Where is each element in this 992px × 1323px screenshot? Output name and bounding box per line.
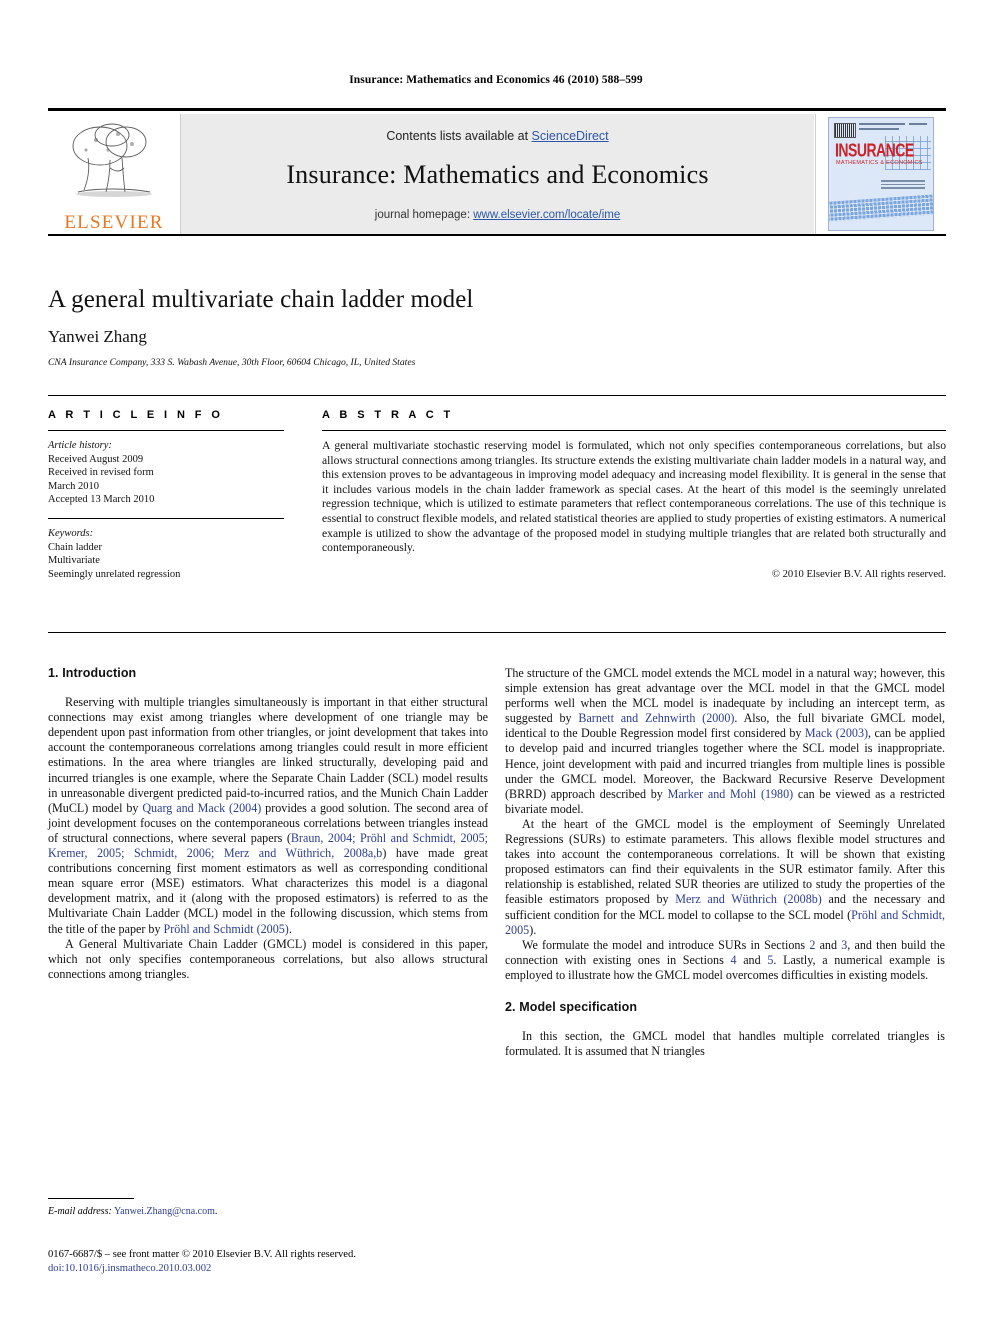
journal-homepage-line: journal homepage: www.elsevier.com/locat…	[375, 209, 620, 221]
footnote-divider	[48, 1198, 134, 1199]
author-affiliation: CNA Insurance Company, 333 S. Wabash Ave…	[48, 357, 416, 368]
text-run: .	[288, 921, 292, 936]
keywords-label: Keywords:	[48, 527, 94, 539]
article-history-label: Article history:	[48, 440, 112, 451]
history-item: Received in revised form	[48, 467, 154, 479]
citation-link[interactable]: Marker and Mohl	[668, 787, 757, 801]
abstract-block: A B S T R A C T A general multivariate s…	[322, 409, 946, 580]
citation-year: (2008b)	[776, 892, 822, 907]
elsevier-wordmark: ELSEVIER	[64, 212, 164, 233]
article-history: Article history: Received August 2009 Re…	[48, 439, 284, 507]
body-column-left: 1. Introduction Reserving with multiple …	[48, 666, 488, 982]
citation-link[interactable]: Pröhl and Schmidt	[164, 922, 254, 936]
keywords-block: Keywords: Chain ladder Multivariate Seem…	[48, 527, 284, 581]
issn-doi-block: 0167-6687/$ – see front matter © 2010 El…	[48, 1248, 508, 1275]
copyright-notice: © 2010 Elsevier B.V. All rights reserved…	[771, 568, 946, 580]
elsevier-logo: ELSEVIER	[48, 114, 181, 234]
citation-link[interactable]: Mack	[805, 726, 833, 740]
running-head: Insurance: Mathematics and Economics 46 …	[349, 74, 643, 86]
cover-subtitle-text: MATHEMATICS & ECONOMICS	[836, 160, 923, 166]
cover-title-text: INSURANCE	[835, 139, 914, 161]
divider	[48, 517, 284, 519]
citation-link[interactable]: Merz and Wüthrich	[675, 892, 777, 906]
citation-link[interactable]: Barnett and Zehnwirth	[578, 711, 695, 725]
journal-cover-thumbnail: INSURANCE MATHEMATICS & ECONOMICS	[815, 114, 946, 234]
paragraph: A General Multivariate Chain Ladder (GMC…	[48, 936, 488, 981]
text-run: and	[736, 952, 768, 967]
journal-homepage-link[interactable]: www.elsevier.com/locate/ime	[473, 209, 620, 221]
divider	[322, 430, 946, 431]
body-column-right: The structure of the GMCL model extends …	[505, 666, 945, 1059]
history-item: March 2010	[48, 480, 100, 492]
doi-prefix: doi:	[48, 1262, 65, 1274]
text-run: Reserving with multiple triangles simult…	[48, 695, 488, 815]
cover-rule	[859, 123, 905, 125]
abstract-text: A general multivariate stochastic reserv…	[322, 439, 946, 555]
text-run: and	[815, 937, 842, 952]
doi-link[interactable]: 10.1016/j.insmatheco.2010.03.002	[64, 1263, 211, 1274]
masthead-center: Contents lists available at ScienceDirec…	[181, 114, 814, 234]
divider	[48, 632, 946, 633]
barcode-icon	[834, 123, 856, 138]
text-run: We formulate the model and introduce SUR…	[522, 937, 810, 952]
citation-year: (2005)	[253, 921, 289, 936]
text-run: ).	[529, 922, 537, 937]
abstract-heading: A B S T R A C T	[322, 409, 454, 421]
citation-year: (2003)	[832, 726, 869, 741]
cover-rule	[859, 128, 899, 130]
citation-year: (2000)	[695, 711, 735, 726]
elsevier-tree-icon	[55, 114, 173, 211]
cover-rule	[909, 123, 927, 125]
email-footnote: E-mail address: Yanwei.Zhang@cna.com.	[48, 1206, 488, 1217]
email-label: E-mail address:	[48, 1206, 112, 1217]
keyword-item: Chain ladder	[48, 541, 102, 553]
history-item: Received August 2009	[48, 453, 144, 465]
paragraph: Reserving with multiple triangles simult…	[48, 695, 488, 937]
homepage-prefix: journal homepage:	[374, 209, 474, 221]
citation-year: (2004)	[225, 800, 262, 815]
citation-link[interactable]: Quarg and Mack	[142, 801, 225, 815]
paragraph: At the heart of the GMCL model is the em…	[505, 817, 945, 938]
contents-available-line: Contents lists available at ScienceDirec…	[386, 129, 608, 143]
divider	[48, 395, 946, 396]
contents-prefix: Contents lists available at	[386, 129, 532, 143]
citation-year: (1980)	[756, 786, 794, 801]
article-info-block: A R T I C L E I N F O Article history: R…	[48, 409, 284, 581]
sciencedirect-link[interactable]: ScienceDirect	[532, 129, 609, 143]
email-period: .	[214, 1206, 218, 1217]
paragraph: We formulate the model and introduce SUR…	[505, 938, 945, 983]
page-title: A general multivariate chain ladder mode…	[48, 286, 474, 313]
history-item: Accepted 13 March 2010	[48, 494, 155, 506]
article-first-page: Insurance: Mathematics and Economics 46 …	[0, 0, 992, 1323]
section-2-heading: 2. Model specification	[505, 999, 638, 1014]
paragraph: In this section, the GMCL model that han…	[505, 1029, 945, 1059]
cover-image: INSURANCE MATHEMATICS & ECONOMICS	[828, 117, 934, 231]
paragraph: The structure of the GMCL model extends …	[505, 666, 945, 817]
journal-title: Insurance: Mathematics and Economics	[286, 160, 709, 189]
keyword-item: Seemingly unrelated regression	[48, 568, 181, 580]
cover-small-lines	[881, 180, 925, 191]
section-1-heading: 1. Introduction	[48, 666, 137, 680]
doi-line: doi:10.1016/j.insmatheco.2010.03.002	[48, 1262, 508, 1276]
email-link[interactable]: Yanwei.Zhang@cna.com	[114, 1206, 215, 1217]
divider	[48, 430, 284, 431]
journal-masthead: ELSEVIER Contents lists available at Sci…	[48, 108, 946, 236]
cover-band-decoration	[829, 193, 933, 223]
article-info-heading: A R T I C L E I N F O	[48, 409, 224, 421]
author-name: Yanwei Zhang	[48, 327, 147, 346]
keyword-item: Multivariate	[48, 555, 100, 567]
issn-line: 0167-6687/$ – see front matter © 2010 El…	[48, 1249, 356, 1260]
